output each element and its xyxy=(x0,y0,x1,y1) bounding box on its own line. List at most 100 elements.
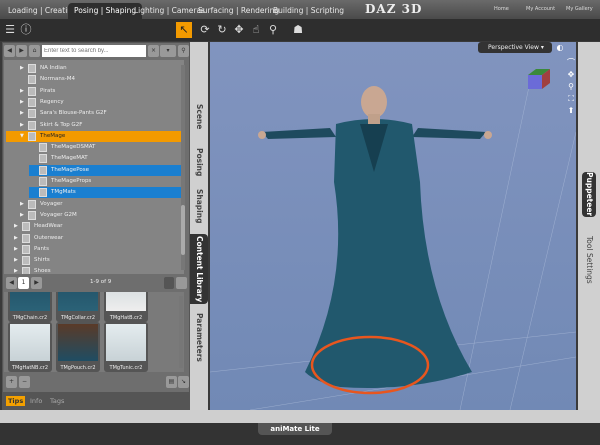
file-icon[interactable]: ▤ xyxy=(166,376,177,388)
zoom-icon[interactable]: ⚲ xyxy=(566,82,576,92)
my-gallery-link[interactable]: My Gallery xyxy=(566,6,593,12)
universal-tool-icon[interactable]: ⟳ xyxy=(197,22,213,38)
prev-page-button[interactable]: ◀ xyxy=(6,277,17,289)
thumbnail-caption: TMgChain.cr2 xyxy=(12,315,48,321)
thumbnail-scrollbar[interactable] xyxy=(179,296,183,368)
joint-tool-icon[interactable]: ⚲ xyxy=(265,22,281,38)
thumbnail-item[interactable]: TMgHatB.cr2 xyxy=(104,292,148,322)
tree-item-label: TheMageProps xyxy=(51,178,92,184)
tab-scene[interactable]: Scene xyxy=(190,102,208,132)
tree-item[interactable]: ▶ Shirts xyxy=(4,255,182,266)
tree-item[interactable]: ▶ Voyager G2M xyxy=(4,210,182,221)
tree-item[interactable]: ▶ Sara's Blouse-Pants G2F xyxy=(4,108,182,119)
folder-icon xyxy=(39,154,47,164)
tree-item[interactable]: ▼ TheMage xyxy=(6,130,184,142)
clear-search-button[interactable]: × xyxy=(148,45,159,57)
tree-item[interactable]: TheMageProps xyxy=(4,176,182,187)
thumbnail-item[interactable]: TMgHatNB.cr2 xyxy=(8,322,52,372)
tree-item[interactable]: ▶ Outerwear xyxy=(4,233,182,244)
animate-lite-tab[interactable]: aniMate Lite xyxy=(258,423,332,435)
tree-item-label: Outerwear xyxy=(34,234,64,241)
tree-item[interactable]: ▶ Regency xyxy=(4,97,182,108)
page-number[interactable]: 1 xyxy=(18,277,29,289)
tree-item[interactable]: ▶ HeadWear xyxy=(4,221,182,232)
folder-icon xyxy=(22,222,30,232)
tree-item[interactable]: Normans-M4 xyxy=(4,74,182,85)
tree-item[interactable]: TheMagePose xyxy=(29,164,182,176)
tab-parameters[interactable]: Parameters xyxy=(190,312,208,362)
expand-icon[interactable]: ▶ xyxy=(14,233,18,244)
my-account-link[interactable]: My Account xyxy=(526,6,555,12)
expand-icon[interactable]: ▶ xyxy=(14,266,18,274)
expand-icon[interactable]: ▶ xyxy=(20,210,24,221)
select-tool-icon[interactable]: ↖ xyxy=(176,22,192,38)
tab-tags[interactable]: Tags xyxy=(48,396,66,406)
view-toggle[interactable] xyxy=(164,277,174,289)
thumbnail-item[interactable]: TMgChain.cr2 xyxy=(8,292,52,322)
pan-icon[interactable]: ✥ xyxy=(566,70,576,80)
tab-info[interactable]: Info xyxy=(28,396,44,406)
thumbnail-image xyxy=(58,324,98,361)
expand-icon[interactable]: ▶ xyxy=(20,120,24,131)
tab-tool-settings[interactable]: Tool Settings xyxy=(582,232,596,287)
tree-item[interactable]: TMgMats xyxy=(29,187,182,199)
remove-button[interactable]: − xyxy=(19,376,30,388)
add-button[interactable]: + xyxy=(6,376,17,388)
forward-button[interactable]: ▶ xyxy=(16,45,27,57)
tree-item[interactable]: ▶ Skirt & Top G2F xyxy=(4,120,182,131)
figure-tool-icon[interactable]: ☗ xyxy=(290,22,306,38)
home-button[interactable]: ⌂ xyxy=(29,45,40,57)
tree-item[interactable]: ▶ NA Indian xyxy=(4,63,182,74)
expand-icon[interactable]: ▶ xyxy=(14,221,18,232)
thumbnail-image xyxy=(10,292,50,311)
tab-posing[interactable]: Posing xyxy=(190,146,208,178)
expand-icon[interactable]: ▶ xyxy=(20,86,24,97)
expand-icon[interactable]: ▶ xyxy=(20,199,24,210)
render-icon[interactable]: ◐ xyxy=(555,43,565,53)
thumbnail-item[interactable]: TMgCollar.cr2 xyxy=(56,292,100,322)
view-mode-button[interactable] xyxy=(176,277,187,289)
tab-tips[interactable]: Tips xyxy=(6,396,26,406)
back-button[interactable]: ◀ xyxy=(4,45,15,57)
tree-item[interactable]: ▶ Shoes xyxy=(4,266,182,274)
tree-item[interactable]: ▶ Voyager xyxy=(4,199,182,210)
folder-icon xyxy=(28,109,36,119)
folder-icon xyxy=(28,86,36,96)
thumbnail-item[interactable]: TMgTunic.cr2 xyxy=(104,322,148,372)
frame-icon[interactable]: ⛶ xyxy=(566,94,576,104)
expand-icon[interactable]: ▶ xyxy=(14,244,18,255)
options-icon[interactable]: ↘ xyxy=(178,376,189,388)
translate-tool-icon[interactable]: ✥ xyxy=(231,22,247,38)
tree-item[interactable]: ▶ Pants xyxy=(4,244,182,255)
tree-item[interactable]: TheMageDSMAT xyxy=(4,142,182,153)
reset-view-icon[interactable]: ⬆ xyxy=(566,106,576,116)
pose-tool-icon[interactable]: ☝ xyxy=(248,22,264,38)
thumbnail-caption: TMgPouch.cr2 xyxy=(60,365,96,371)
collapse-icon[interactable]: ▼ xyxy=(20,131,24,142)
next-page-button[interactable]: ▶ xyxy=(31,277,42,289)
tab-building-scripting[interactable]: Building | Scripting xyxy=(267,3,350,19)
tree-item[interactable]: ▶ Pirats xyxy=(4,86,182,97)
search-icon[interactable]: ⚲ xyxy=(178,45,189,57)
expand-icon[interactable]: ▶ xyxy=(14,255,18,266)
3d-viewport[interactable] xyxy=(210,42,576,410)
rotate-tool-icon[interactable]: ↻ xyxy=(214,22,230,38)
thumbnail-item[interactable]: TMgPouch.cr2 xyxy=(56,322,100,372)
tab-content-library[interactable]: Content Library xyxy=(190,234,208,304)
help-icon[interactable]: ⓘ xyxy=(18,22,34,38)
tree-item[interactable]: TheMageMAT xyxy=(4,153,182,164)
expand-icon[interactable]: ▶ xyxy=(20,63,24,74)
perspective-view-dropdown[interactable]: Perspective View ▾ xyxy=(478,42,552,53)
expand-icon[interactable]: ▶ xyxy=(20,108,24,119)
camera-orbit-icon[interactable]: ⌒ xyxy=(566,58,576,68)
tree-item-label: TheMageMAT xyxy=(51,155,88,162)
menu-icon[interactable]: ☰ xyxy=(2,22,18,38)
expand-icon[interactable]: ▶ xyxy=(20,97,24,108)
view-options-button[interactable]: ▾ xyxy=(160,45,176,57)
tab-puppeteer[interactable]: Puppeteer xyxy=(582,172,596,217)
search-input[interactable] xyxy=(42,45,146,57)
home-link[interactable]: Home xyxy=(494,6,509,12)
tree-item-label: Pirats xyxy=(40,87,56,94)
tab-shaping[interactable]: Shaping xyxy=(190,188,208,224)
tree-scrollbar[interactable] xyxy=(181,65,185,270)
